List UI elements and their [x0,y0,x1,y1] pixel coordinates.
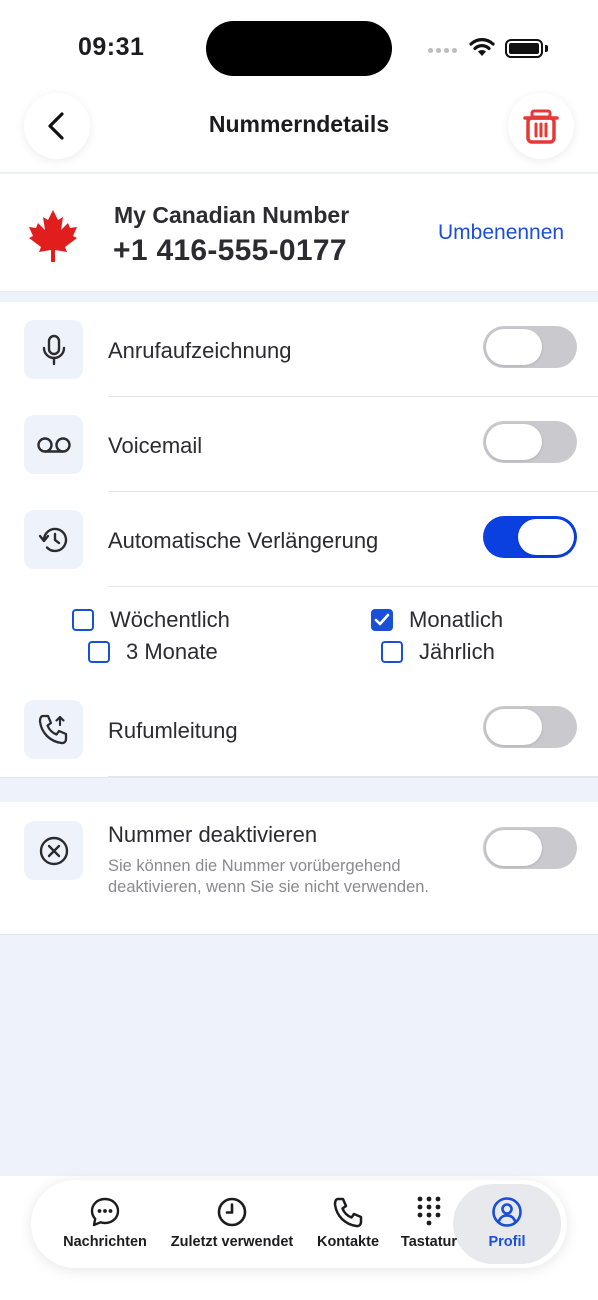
wifi-icon [469,38,495,56]
canada-flag-icon [29,210,77,262]
option-monthly[interactable]: Monatlich [371,607,503,633]
call-recording-label: Anrufaufzeichnung [108,338,292,363]
keypad-icon [417,1196,441,1226]
checkbox-weekly[interactable] [72,609,94,631]
checkbox-yearly[interactable] [381,641,403,663]
phone-number: +1 416-555-0177 [113,234,347,267]
divider [108,776,598,777]
tab-messages[interactable]: Nachrichten [58,1180,152,1268]
deactivate-description: Sie können die Nummer vorübergehend deak… [108,857,430,896]
divider [108,586,598,587]
voicemail-toggle[interactable] [483,421,577,463]
trash-icon [523,109,559,144]
auto-renew-label: Automatische Verlängerung [108,528,379,553]
option-yearly-label: Jährlich [419,639,495,664]
call-forwarding-label: Rufumleitung [108,718,238,743]
checkbox-3-months[interactable] [88,641,110,663]
battery-icon [505,39,543,58]
deactivate-card: Nummer deaktivieren Sie können die Numme… [0,802,598,935]
checkbox-monthly[interactable] [371,609,393,631]
header: Nummerndetails [0,80,598,173]
option-3-months-label: 3 Monate [126,639,218,664]
battery-tip [545,45,548,52]
option-3-months[interactable]: 3 Monate [88,639,218,665]
tab-keypad-label: Tastatur [400,1234,458,1250]
history-icon [24,510,83,569]
setting-row-auto-renew: Automatische Verlängerung [0,492,598,586]
call-recording-toggle[interactable] [483,326,577,368]
number-name: My Canadian Number [114,202,350,228]
voicemail-icon [24,415,83,474]
tab-contacts[interactable]: Kontakte [312,1180,384,1268]
clock-icon [217,1197,247,1227]
delete-button[interactable] [508,93,574,159]
status-time: 09:31 [78,33,145,61]
microphone-icon [24,320,83,379]
setting-row-voicemail: Voicemail [0,397,598,491]
setting-row-call-recording: Anrufaufzeichnung [0,302,598,396]
check-icon [374,613,390,626]
auto-renew-toggle[interactable] [483,516,577,558]
deactivate-toggle[interactable] [483,827,577,869]
signal-icon [428,48,457,53]
option-weekly-label: Wöchentlich [110,607,230,632]
tab-contacts-label: Kontakte [316,1234,380,1250]
settings-card: Anrufaufzeichnung Voicemail Automatische… [0,302,598,778]
circle-x-icon [24,821,83,880]
deactivate-title: Nummer deaktivieren [108,822,318,847]
tab-profile-label: Profil [488,1234,526,1250]
phone-icon [333,1197,363,1228]
tab-recents[interactable]: Zuletzt verwendet [164,1180,300,1268]
setting-row-call-forwarding: Rufumleitung [0,682,598,776]
call-forwarding-toggle[interactable] [483,706,577,748]
voicemail-label: Voicemail [108,433,203,458]
option-monthly-label: Monatlich [409,607,504,632]
dynamic-island [206,21,392,76]
number-card: My Canadian Number +1 416-555-0177 Umben… [0,174,598,292]
tab-keypad[interactable]: Tastatur [396,1180,462,1268]
profile-icon [492,1197,522,1227]
tab-recents-label: Zuletzt verwendet [170,1234,294,1250]
phone-forward-icon [24,700,83,759]
rename-link[interactable]: Umbenennen [438,221,564,245]
option-yearly[interactable]: Jährlich [381,639,495,665]
option-weekly[interactable]: Wöchentlich [72,607,230,633]
tab-messages-label: Nachrichten [63,1234,147,1250]
message-icon [90,1197,120,1227]
tab-profile[interactable]: Profil [467,1180,547,1268]
